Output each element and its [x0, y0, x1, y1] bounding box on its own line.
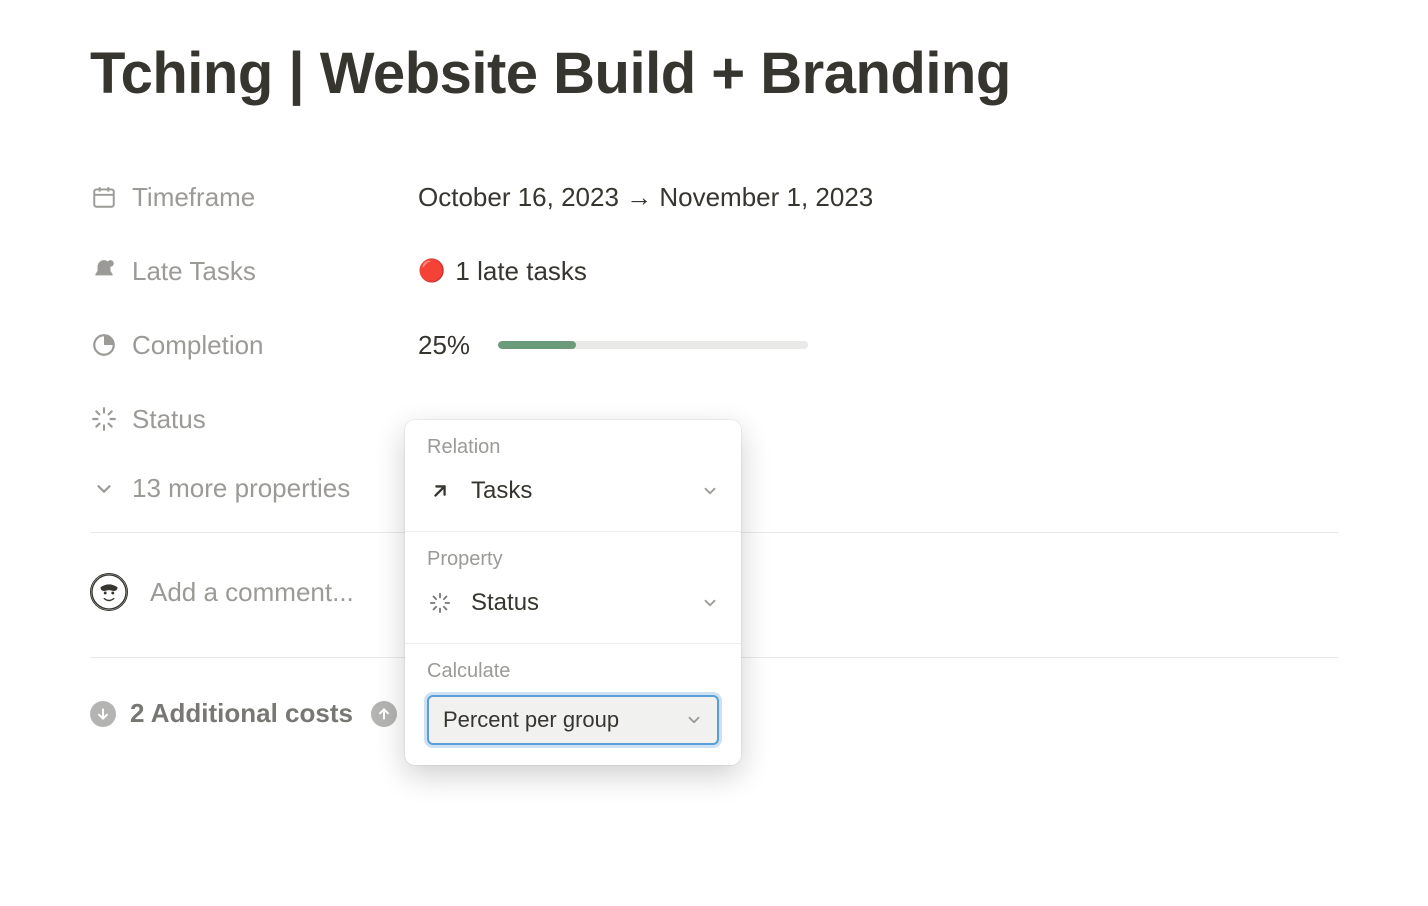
property-value[interactable]: 25%	[418, 330, 808, 361]
popover-relation-section: Relation Tasks	[405, 420, 741, 531]
property-completion[interactable]: Completion 25%	[90, 315, 1338, 375]
avatar	[90, 573, 128, 611]
property-label-text: Timeframe	[132, 182, 255, 213]
property-label: Late Tasks	[90, 256, 418, 287]
pie-icon	[90, 331, 118, 359]
popover-section-label: Property	[427, 548, 719, 571]
chevron-down-icon	[90, 475, 118, 503]
calendar-icon	[90, 183, 118, 211]
popover-section-label: Calculate	[427, 660, 719, 683]
comment-placeholder[interactable]: Add a comment...	[150, 577, 354, 608]
relation-value: Tasks	[471, 477, 532, 505]
chevron-down-icon	[685, 711, 703, 729]
arrow-down-circle-icon	[90, 701, 116, 727]
calculate-select[interactable]: Percent per group	[427, 695, 719, 745]
property-timeframe[interactable]: Timeframe October 16, 2023 → November 1,…	[90, 167, 1338, 227]
progress-bar	[498, 341, 808, 349]
status-loading-icon	[427, 590, 453, 616]
chevron-down-icon	[701, 594, 719, 612]
completion-percent: 25%	[418, 330, 470, 361]
property-select[interactable]: Status	[427, 583, 719, 623]
property-value-text: Status	[471, 589, 539, 617]
property-value[interactable]: October 16, 2023 → November 1, 2023	[418, 182, 873, 213]
status-loading-icon	[90, 405, 118, 433]
popover-calculate-section: Calculate Percent per group	[405, 643, 741, 765]
red-dot-icon: 🔴	[418, 258, 445, 284]
property-label-text: Status	[132, 404, 206, 435]
late-tasks-text: 1 late tasks	[455, 256, 587, 287]
progress-fill	[498, 341, 576, 349]
property-late-tasks[interactable]: Late Tasks 🔴 1 late tasks	[90, 241, 1338, 301]
property-label: Status	[90, 404, 418, 435]
property-label: Completion	[90, 330, 418, 361]
rollup-config-popover: Relation Tasks Property	[405, 420, 741, 765]
property-label-text: Completion	[132, 330, 264, 361]
property-label-text: Late Tasks	[132, 256, 256, 287]
calculate-value: Percent per group	[443, 707, 619, 733]
relation-arrow-icon	[427, 478, 453, 504]
bell-icon	[90, 257, 118, 285]
popover-property-section: Property Status	[405, 531, 741, 643]
chevron-down-icon	[701, 482, 719, 500]
additional-costs-text: 2 Additional costs	[130, 698, 353, 729]
page-title: Tching | Website Build + Branding	[90, 40, 1338, 107]
relation-select[interactable]: Tasks	[427, 471, 719, 511]
more-properties-text: 13 more properties	[132, 473, 350, 504]
arrow-up-circle-icon	[371, 701, 397, 727]
property-value[interactable]: 🔴 1 late tasks	[418, 256, 587, 287]
popover-section-label: Relation	[427, 436, 719, 459]
property-label: Timeframe	[90, 182, 418, 213]
